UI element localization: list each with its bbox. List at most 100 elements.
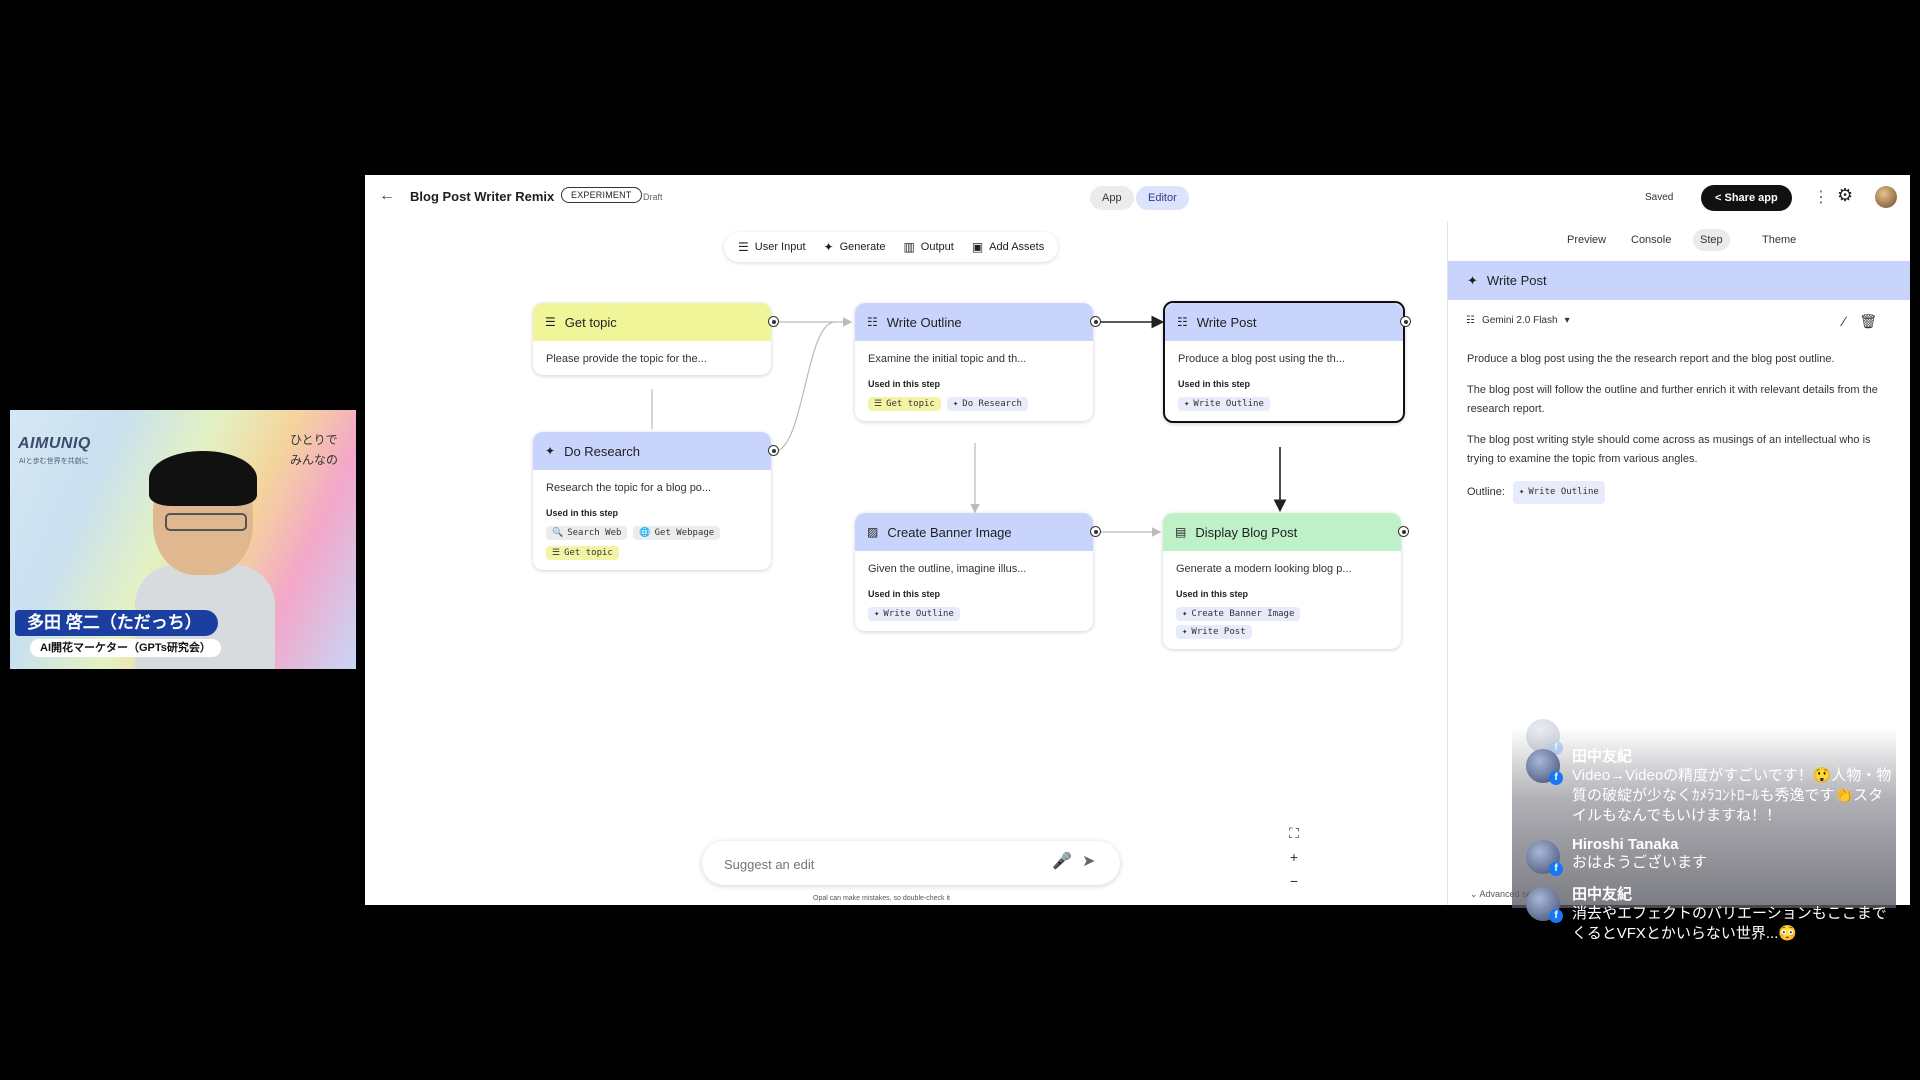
node-write-outline[interactable]: ☷ Write Outline Examine the initial topic… — [855, 303, 1101, 421]
suggest-edit-input[interactable] — [722, 852, 1026, 876]
experiment-badge: EXPERIMENT — [561, 187, 642, 203]
node-write-post[interactable]: ☷ Write Post Produce a blog post using th… — [1163, 301, 1411, 423]
output-port[interactable] — [768, 445, 779, 456]
chip-write-outline[interactable]: ✦ Write Outline — [868, 607, 960, 621]
toolbar-user-input[interactable]: ☰ User Input — [738, 240, 806, 254]
node-create-banner-image[interactable]: ▨ Create Banner Image Given the outline, … — [855, 513, 1101, 631]
used-in-step-label: Used in this step — [868, 379, 941, 389]
magic-wand-icon[interactable]: ⁄ — [1843, 313, 1845, 330]
webcam-tagline: AIと歩む世界を共創に — [19, 458, 89, 465]
chat-author: Hiroshi Tanaka — [1572, 836, 1679, 853]
add-assets-label: Add Assets — [989, 241, 1045, 253]
chip-label: Create Banner Image — [1191, 609, 1295, 619]
webcam-logo: AIMUNIQ — [18, 435, 91, 452]
chip-write-outline[interactable]: ✦ Write Outline — [1178, 397, 1270, 411]
outline-label: Outline: — [1467, 486, 1505, 498]
node-description: Given the outline, imagine illus... — [868, 563, 1027, 575]
chat-avatar — [1526, 840, 1563, 876]
zoom-out-icon[interactable]: − — [1277, 869, 1311, 893]
sparkle-icon: ✦ — [823, 240, 834, 254]
chip-get-topic[interactable]: ☰ Get topic — [868, 397, 941, 411]
user-input-label: User Input — [754, 241, 806, 253]
delete-icon[interactable]: 🗑 — [1859, 313, 1877, 330]
node-description: Produce a blog post using the th... — [1178, 353, 1345, 365]
node-title: Create Banner Image — [887, 524, 1012, 540]
presenter-name: 多田 啓二（ただっち） — [15, 610, 218, 636]
chip-get-topic[interactable]: ☰ Get topic — [546, 546, 619, 560]
node-header: ☷ Write Outline — [855, 303, 1101, 341]
node-header: ▤ Display Blog Post — [1163, 513, 1409, 551]
dropdown-arrow-icon: ▾ — [1564, 315, 1570, 326]
chip-label: Write Post — [1191, 627, 1246, 637]
settings-gear-icon[interactable]: ⚙ — [1837, 185, 1853, 206]
user-input-icon: ☰ — [738, 240, 749, 254]
search-icon: 🔍 — [552, 528, 564, 538]
send-icon[interactable]: ➤ — [1082, 851, 1095, 871]
output-port[interactable] — [768, 316, 779, 327]
chip-label: Write Outline — [1528, 487, 1599, 497]
output-port[interactable] — [1398, 526, 1409, 537]
toolbar-output[interactable]: ▥ Output — [903, 240, 953, 254]
presenter-webcam: AIMUNIQ AIと歩む世界を共創に ひとりで みんなの 多田 啓二（ただっち… — [10, 410, 356, 669]
back-arrow-icon[interactable]: ← — [379, 187, 395, 205]
node-get-topic[interactable]: ☰ Get topic Please provide the topic for … — [533, 303, 779, 375]
output-port[interactable] — [1090, 526, 1101, 537]
user-input-icon: ☰ — [552, 548, 561, 558]
chat-text: 消去やエフェクトのバリエーションもここまでくるとVFXとかいらない世界...😳 — [1572, 905, 1887, 942]
more-options-icon[interactable]: ⋮ — [1813, 187, 1829, 207]
generate-label: Generate — [839, 241, 886, 253]
prompt-editor[interactable]: Produce a blog post using the the resear… — [1467, 350, 1897, 504]
user-avatar[interactable] — [1875, 186, 1897, 208]
zoom-controls: ⛶ + − — [1277, 821, 1311, 893]
add-assets-icon: ▣ — [971, 240, 984, 254]
sparkle-icon: ✦ — [545, 444, 556, 458]
sparkle-icon: ✦ — [1467, 272, 1478, 288]
chip-label: Get topic — [886, 399, 935, 409]
chat-avatar — [1526, 887, 1563, 923]
chip-write-outline[interactable]: ✦ Write Outline — [1512, 481, 1605, 504]
node-header: ☷ Write Post — [1165, 303, 1411, 341]
flow-canvas[interactable]: ☰ User Input ✦ Generate ▥ Output ▣ Add Asset… — [365, 221, 1447, 905]
chat-text: Video→Videoの精度がすごいです！😲人物・物質の破綻が少なくｶﾒﾗｺﾝﾄ… — [1572, 767, 1892, 824]
zoom-in-icon[interactable]: + — [1277, 845, 1311, 869]
node-title: Get topic — [564, 314, 617, 330]
chip-write-post[interactable]: ✦ Write Post — [1176, 625, 1252, 639]
chip-label: Search Web — [567, 528, 622, 538]
output-port[interactable] — [1400, 316, 1411, 327]
microphone-icon[interactable]: 🎤 — [1052, 851, 1072, 871]
tab-step[interactable]: Step — [1693, 229, 1730, 251]
tab-theme[interactable]: Theme — [1755, 229, 1803, 251]
tab-console[interactable]: Console — [1624, 229, 1678, 251]
chip-label: Do Research — [962, 399, 1022, 409]
chip-label: Write Outline — [883, 609, 954, 619]
node-description: Examine the initial topic and th... — [868, 353, 1027, 365]
sparkle-icon: ✦ — [1182, 627, 1188, 637]
mode-editor-button[interactable]: Editor — [1136, 186, 1189, 210]
chat-author: 田中友紀 — [1572, 748, 1633, 765]
output-port[interactable] — [1090, 316, 1101, 327]
node-title: Write Post — [1196, 314, 1257, 330]
chat-avatar — [1526, 749, 1563, 785]
mode-app-button[interactable]: App — [1090, 186, 1134, 210]
chip-do-research[interactable]: ✦ Do Research — [946, 397, 1028, 411]
tab-preview[interactable]: Preview — [1560, 229, 1613, 251]
used-in-step-label: Used in this step — [1176, 589, 1249, 599]
chip-create-banner-image[interactable]: ✦ Create Banner Image — [1176, 607, 1301, 621]
fit-view-icon[interactable]: ⛶ — [1277, 821, 1311, 845]
toolbar-generate[interactable]: ✦ Generate — [824, 240, 886, 254]
node-description: Please provide the topic for the... — [546, 353, 707, 365]
webcam-side-text: ひとりで みんなの — [290, 433, 339, 467]
sparkle-icon: ✦ — [952, 399, 959, 409]
node-do-research[interactable]: ✦ Do Research Research the topic for a bl… — [533, 432, 779, 570]
chip-get-webpage[interactable]: 🌐 Get Webpage — [633, 526, 721, 540]
share-label: Share app — [1724, 192, 1778, 204]
share-app-button[interactable]: < Share app — [1701, 185, 1792, 211]
node-display-blog-post[interactable]: ▤ Display Blog Post Generate a modern loo… — [1163, 513, 1409, 649]
output-icon: ▥ — [903, 240, 915, 254]
model-selector[interactable]: ☷ Gemini 2.0 Flash ▾ — [1466, 315, 1570, 326]
chip-label: Get Webpage — [654, 528, 715, 538]
presenter-role: AI開花マーケター（GPTs研究会） — [30, 639, 221, 657]
toolbar-add-assets[interactable]: ▣ Add Assets — [972, 240, 1044, 254]
node-toolbar: ☰ User Input ✦ Generate ▥ Output ▣ Add Asset… — [724, 232, 1059, 262]
chip-search-web[interactable]: 🔍 Search Web — [546, 526, 628, 540]
